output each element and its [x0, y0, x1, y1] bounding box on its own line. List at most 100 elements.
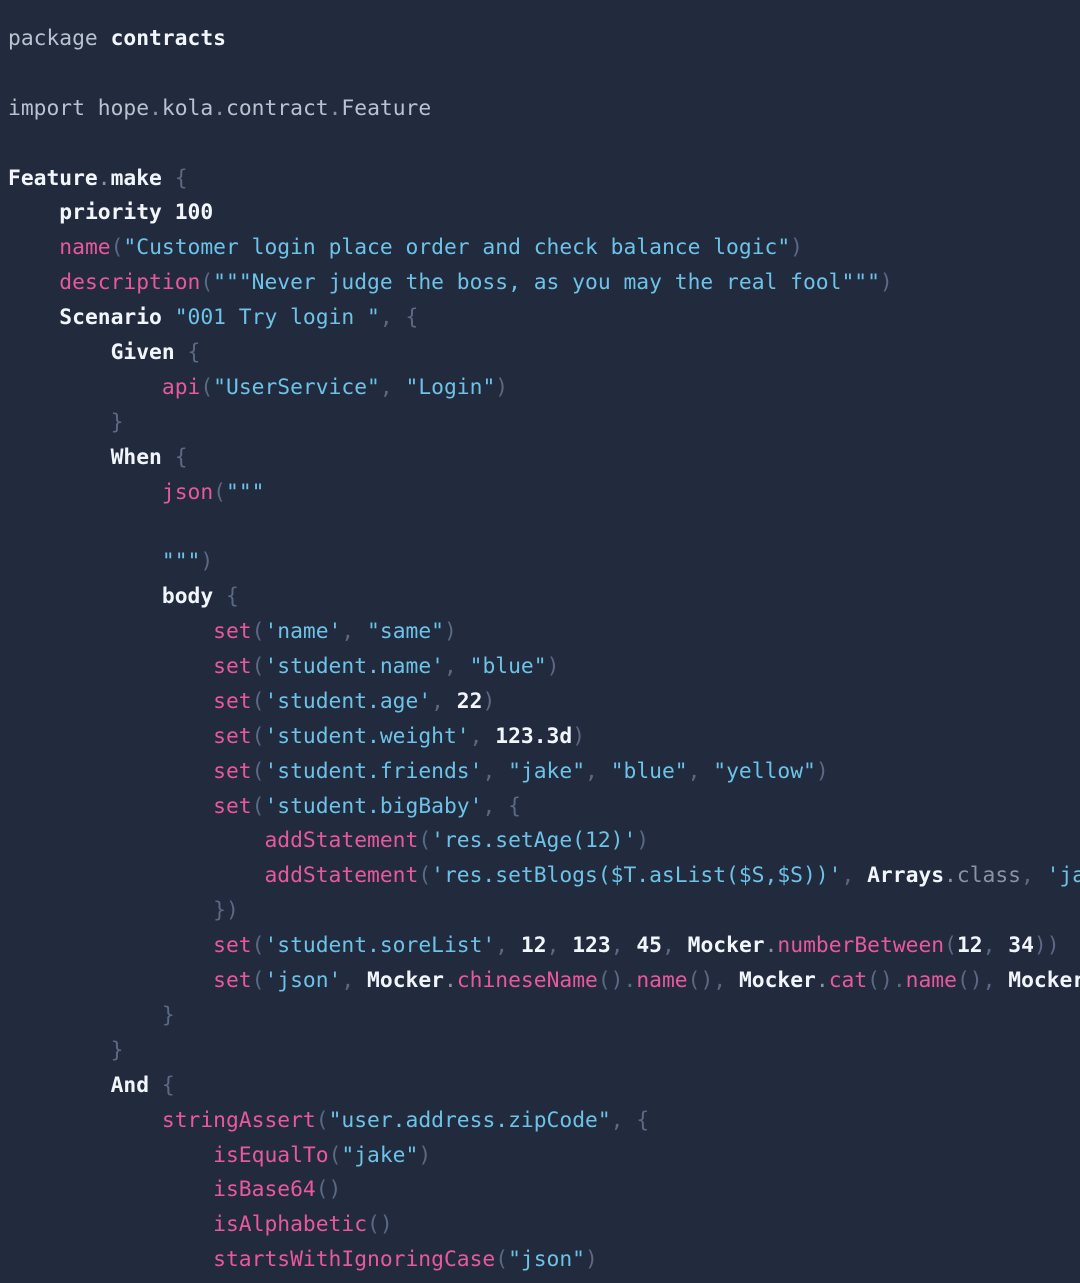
code-line[interactable]: """) — [8, 545, 1080, 580]
code-line[interactable]: import hope.kola.contract.Feature — [8, 92, 1080, 127]
code-line[interactable]: package contracts — [8, 22, 1080, 57]
token-punc: ( — [251, 688, 265, 714]
token-punc: , — [713, 968, 739, 994]
token-kw: Arrays — [867, 863, 945, 889]
code-line[interactable]: set('student.bigBaby', { — [8, 790, 1080, 825]
code-line[interactable]: set('student.friends', "jake", "blue", "… — [8, 755, 1080, 790]
token-punc: , — [546, 933, 573, 959]
token-str: "blue" — [469, 654, 547, 680]
code-line[interactable]: Given { — [8, 336, 1080, 371]
code-editor-viewport[interactable]: package contracts import hope.kola.contr… — [0, 0, 1080, 1283]
code-line[interactable]: set('json', Mocker.chineseName().name(),… — [8, 964, 1080, 999]
token-kw: Scenario — [59, 305, 175, 331]
source-code-block[interactable]: package contracts import hope.kola.contr… — [8, 22, 1080, 1283]
code-line[interactable]: json(""" — [8, 476, 1080, 511]
code-line[interactable]: addStatement('res.setAge(12)') — [8, 824, 1080, 859]
token-str: 'name' — [264, 619, 342, 645]
code-line[interactable]: set('name', "same") — [8, 615, 1080, 650]
code-line[interactable]: stringAssert("user.address.zipCode", { — [8, 1104, 1080, 1139]
token-str: "Login" — [405, 374, 496, 400]
token-kw: Feature — [8, 165, 98, 191]
token-fn: json — [161, 479, 214, 505]
token-str: "same" — [367, 619, 444, 645]
token-punc: ( — [418, 828, 432, 854]
token-punc: { — [161, 1072, 175, 1098]
token-punc: ( — [418, 863, 432, 889]
token-punc: ( — [315, 1107, 329, 1133]
token-num: 45 — [636, 933, 662, 959]
token-fn: numberBetween — [777, 933, 945, 959]
token-fn: description — [59, 270, 201, 296]
code-line[interactable]: set('student.age', 22) — [8, 685, 1080, 720]
token-str: "yellow" — [713, 758, 816, 784]
code-line[interactable] — [8, 57, 1080, 92]
token-fn: name — [59, 235, 111, 261]
token-dot: . — [815, 968, 829, 994]
code-line[interactable]: When { — [8, 441, 1080, 476]
code-line[interactable]: addStatement('res.setBlogs($T.asList($S,… — [8, 859, 1080, 894]
token-punc: { — [174, 444, 188, 470]
token-fn: startsWithIgnoringCase — [213, 1247, 496, 1273]
token-punc: (). — [597, 968, 637, 994]
token-str: """ — [161, 549, 201, 575]
code-line[interactable]: startsWithIgnoringCase("json") — [8, 1243, 1080, 1278]
token-str: "001 Try login " — [174, 305, 380, 331]
code-line[interactable]: set('student.soreList', 12, 123, 45, Moc… — [8, 929, 1080, 964]
code-line[interactable]: description("""Never judge the boss, as … — [8, 266, 1080, 301]
code-line[interactable]: }) — [8, 1278, 1080, 1283]
code-line[interactable]: Scenario "001 Try login ", { — [8, 301, 1080, 336]
token-kw: Given — [110, 340, 188, 366]
code-line[interactable]: priority 100 — [8, 196, 1080, 231]
code-line[interactable]: set('student.name', "blue") — [8, 650, 1080, 685]
code-line[interactable]: Feature.make { — [8, 162, 1080, 197]
token-punc: , — [469, 723, 496, 749]
token-punc: ) — [443, 619, 457, 645]
token-punc: ) — [495, 374, 509, 400]
token-dot: . — [213, 95, 227, 121]
token-punc: ( — [251, 933, 265, 959]
code-line[interactable] — [8, 127, 1080, 162]
token-fn: isBase64 — [213, 1177, 316, 1203]
token-fn: isAlphabetic — [213, 1212, 368, 1238]
token-punc: } — [110, 1037, 124, 1063]
token-kw: contracts — [110, 26, 226, 51]
token-fn: set — [213, 968, 252, 994]
token-punc: , — [379, 374, 406, 400]
token-str: 'student.bigBaby' — [264, 793, 483, 819]
token-punc: , — [482, 758, 509, 784]
code-line[interactable]: } — [8, 1034, 1080, 1069]
token-plain: Feature — [341, 95, 432, 121]
token-str: 'student.weight' — [264, 723, 470, 749]
code-line[interactable]: isBase64() — [8, 1173, 1080, 1208]
code-line[interactable] — [8, 510, 1080, 545]
token-plain: contract — [226, 95, 329, 121]
code-line[interactable]: set('student.weight', 123.3d) — [8, 720, 1080, 755]
token-num: 34 — [1008, 933, 1034, 959]
token-fn: isEqualTo — [213, 1142, 329, 1168]
token-dot: . — [97, 165, 111, 191]
token-num: 12 — [956, 933, 983, 959]
token-punc: , — [841, 863, 868, 889]
code-line[interactable]: And { — [8, 1069, 1080, 1104]
code-line[interactable]: isEqualTo("jake") — [8, 1139, 1080, 1174]
code-line[interactable]: api("UserService", "Login") — [8, 371, 1080, 406]
code-line[interactable]: } — [8, 406, 1080, 441]
code-line[interactable]: isAlphabetic() — [8, 1208, 1080, 1243]
code-line[interactable]: } — [8, 999, 1080, 1034]
code-line[interactable]: }) — [8, 894, 1080, 929]
code-line[interactable]: name("Customer login place order and che… — [8, 231, 1080, 266]
token-punc: ( — [495, 1247, 509, 1273]
code-line[interactable]: body { — [8, 580, 1080, 615]
